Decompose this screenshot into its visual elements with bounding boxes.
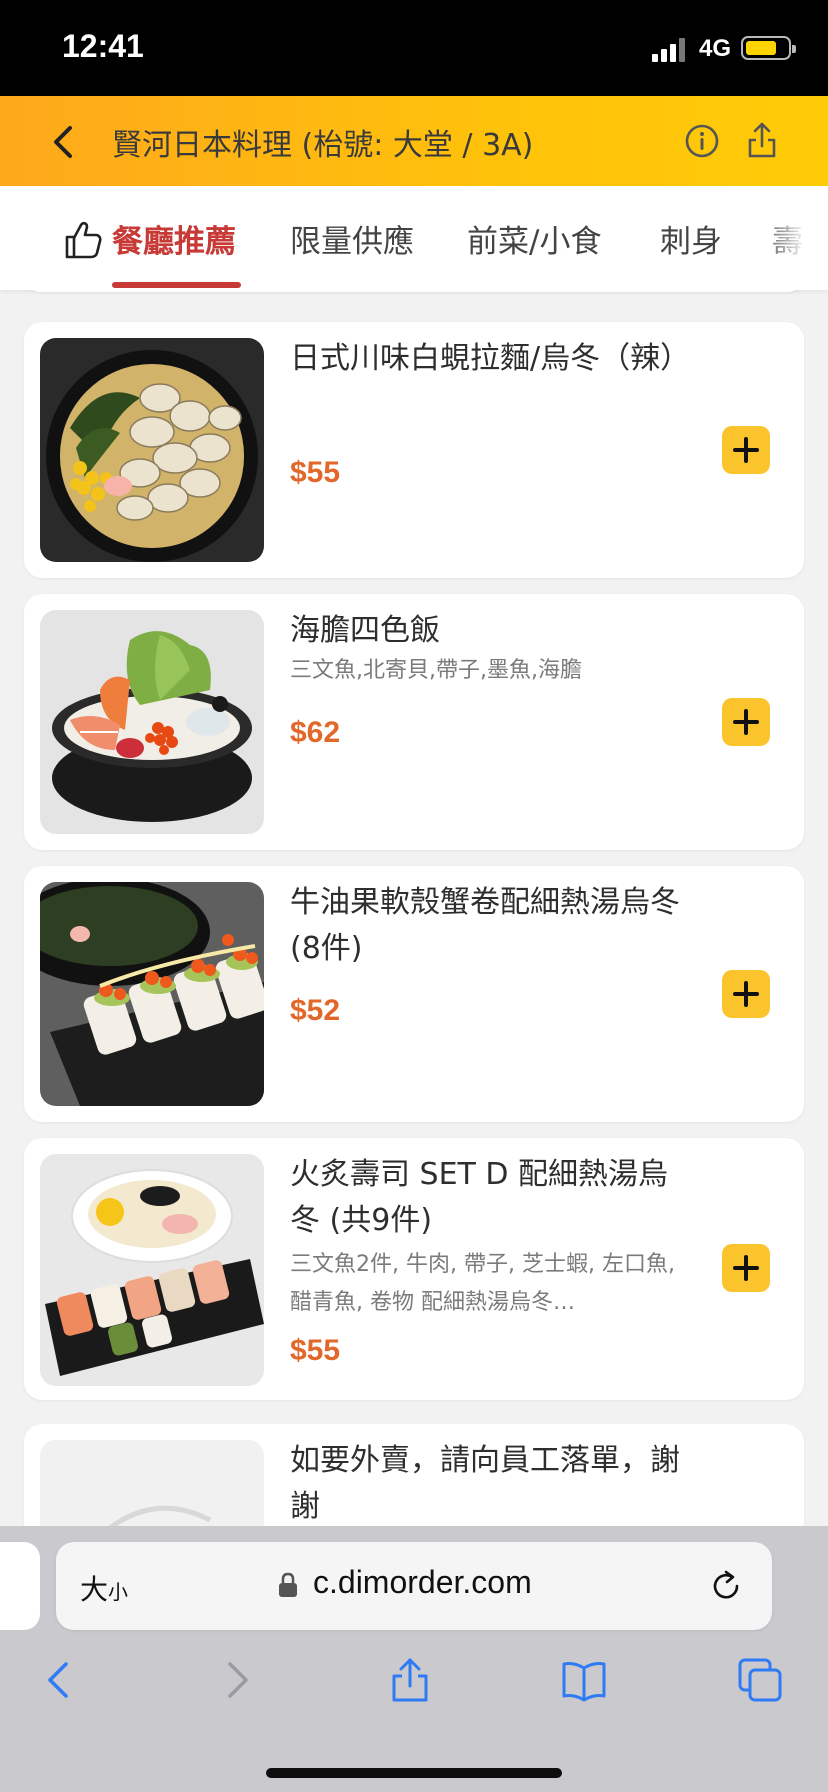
- tab-appetizers[interactable]: 前菜/小食: [467, 216, 601, 261]
- item-price: $55: [290, 1334, 341, 1367]
- active-tab-indicator: [112, 282, 241, 288]
- menu-item-card[interactable]: 海膽四色飯 三文魚,北寄貝,帶子,墨魚,海膽 $62: [24, 594, 804, 850]
- url-text: c.dimorder.com: [313, 1564, 532, 1600]
- item-description: 三文魚,北寄貝,帶子,墨魚,海膽: [290, 658, 582, 683]
- browser-share-icon[interactable]: [386, 1656, 434, 1704]
- dish-photo: [40, 882, 264, 1106]
- add-to-cart-button[interactable]: [722, 698, 770, 746]
- lock-icon: [279, 1572, 297, 1597]
- back-icon[interactable]: [46, 122, 82, 162]
- tab-recommended[interactable]: 餐廳推薦: [112, 216, 236, 261]
- info-icon[interactable]: [684, 123, 720, 159]
- add-to-cart-button[interactable]: [722, 1244, 770, 1292]
- browser-toolbar: 大小 c.dimorder.com: [0, 1526, 828, 1792]
- add-to-cart-button[interactable]: [722, 970, 770, 1018]
- item-name: 牛油果軟殼蟹卷配細熱湯烏冬(8件): [290, 885, 680, 966]
- dish-photo: [40, 610, 264, 834]
- item-description: 三文魚2件, 牛肉, 帶子, 芝士蝦, 左口魚, 醋青魚, 卷物 配細熱湯烏冬…: [290, 1252, 675, 1315]
- bookmarks-icon[interactable]: [560, 1656, 608, 1704]
- dish-photo-placeholder: [40, 1440, 264, 1526]
- category-tabs: 餐廳推薦 限量供應 前菜/小食 刺身 壽: [0, 186, 828, 290]
- tab-sashimi[interactable]: 刺身: [660, 216, 722, 261]
- menu-list: 日式川味白蜆拉麵/烏冬（辣） $55 海膽四色飯 三文魚,北寄貝,帶子,墨魚,海…: [0, 290, 828, 1526]
- previous-tab-preview[interactable]: [0, 1542, 40, 1630]
- address-bar[interactable]: 大小 c.dimorder.com: [56, 1542, 772, 1630]
- network-label: 4G: [699, 35, 732, 62]
- menu-item-card[interactable]: 日式川味白蜆拉麵/烏冬（辣） $55: [24, 322, 804, 578]
- status-time: 12:41: [62, 28, 144, 64]
- item-price: $55: [290, 456, 341, 489]
- thumbs-up-icon: [65, 221, 102, 259]
- item-name: 如要外賣，請向員工落單，謝謝: [290, 1443, 680, 1524]
- battery-icon: [741, 36, 796, 60]
- text-size-button[interactable]: 大小: [80, 1568, 128, 1608]
- browser-back-icon[interactable]: [36, 1656, 84, 1704]
- restaurant-header: 賢河日本料理 (枱號: 大堂 / 3A): [0, 96, 828, 186]
- browser-forward-icon[interactable]: [212, 1656, 260, 1704]
- home-indicator: [266, 1768, 562, 1778]
- signal-icon: [652, 38, 685, 62]
- add-to-cart-button[interactable]: [722, 426, 770, 474]
- dish-photo: [40, 338, 264, 562]
- menu-item-card[interactable]: 火炙壽司 SET D 配細熱湯烏冬 (共9件) 三文魚2件, 牛肉, 帶子, 芝…: [24, 1138, 804, 1400]
- item-price: $62: [290, 716, 341, 749]
- item-name: 海膽四色飯: [290, 613, 440, 648]
- dish-photo: [40, 1154, 264, 1386]
- status-bar: 12:41 4G: [0, 0, 828, 96]
- share-icon[interactable]: [744, 120, 780, 160]
- item-name: 火炙壽司 SET D 配細熱湯烏冬 (共9件): [290, 1157, 669, 1238]
- page-title: 賢河日本料理 (枱號: 大堂 / 3A): [112, 128, 534, 163]
- previous-card-edge: [24, 290, 804, 292]
- item-name: 日式川味白蜆拉麵/烏冬（辣）: [290, 341, 691, 376]
- menu-item-card[interactable]: 如要外賣，請向員工落單，謝謝: [24, 1424, 804, 1526]
- tab-limited-supply[interactable]: 限量供應: [290, 216, 414, 261]
- menu-item-card[interactable]: 牛油果軟殼蟹卷配細熱湯烏冬(8件) $52: [24, 866, 804, 1122]
- item-price: $52: [290, 994, 341, 1027]
- tabs-icon[interactable]: [736, 1656, 784, 1704]
- reload-icon[interactable]: [708, 1568, 744, 1604]
